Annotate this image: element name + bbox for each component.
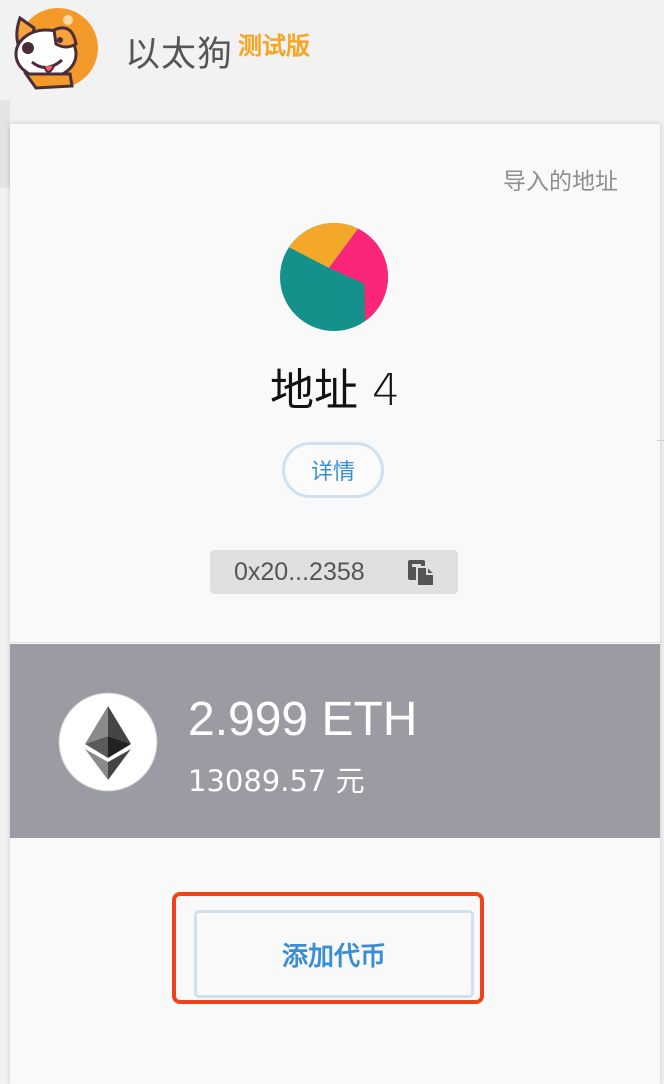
background-shade: [0, 100, 10, 188]
account-address: 0x20...2358: [234, 558, 365, 586]
account-card: 导入的地址 地址 4 详情 0x20...2358 2.999 ETH 1308…: [10, 124, 660, 1084]
divider: [10, 642, 660, 643]
account-name: 地址 4: [270, 365, 400, 416]
app-title: 以太狗: [125, 35, 234, 75]
add-token-button[interactable]: 添加代币: [194, 910, 474, 998]
copy-icon[interactable]: [406, 559, 436, 587]
fiat-balance: 13089.57 元: [188, 764, 365, 798]
app-header: 以太狗 测试版: [0, 0, 664, 100]
beta-badge: 测试版: [238, 32, 310, 60]
dog-mascot-icon: [14, 8, 98, 90]
account-type-label: 导入的地址: [503, 169, 618, 195]
balance-panel: 2.999 ETH 13089.57 元: [10, 644, 660, 838]
address-pill[interactable]: 0x20...2358: [210, 550, 458, 594]
account-avatar[interactable]: [279, 222, 389, 332]
eth-balance: 2.999 ETH: [188, 693, 418, 746]
ethereum-icon: [58, 692, 158, 792]
details-button[interactable]: 详情: [282, 442, 384, 498]
scroll-edge-marker: [657, 440, 664, 441]
